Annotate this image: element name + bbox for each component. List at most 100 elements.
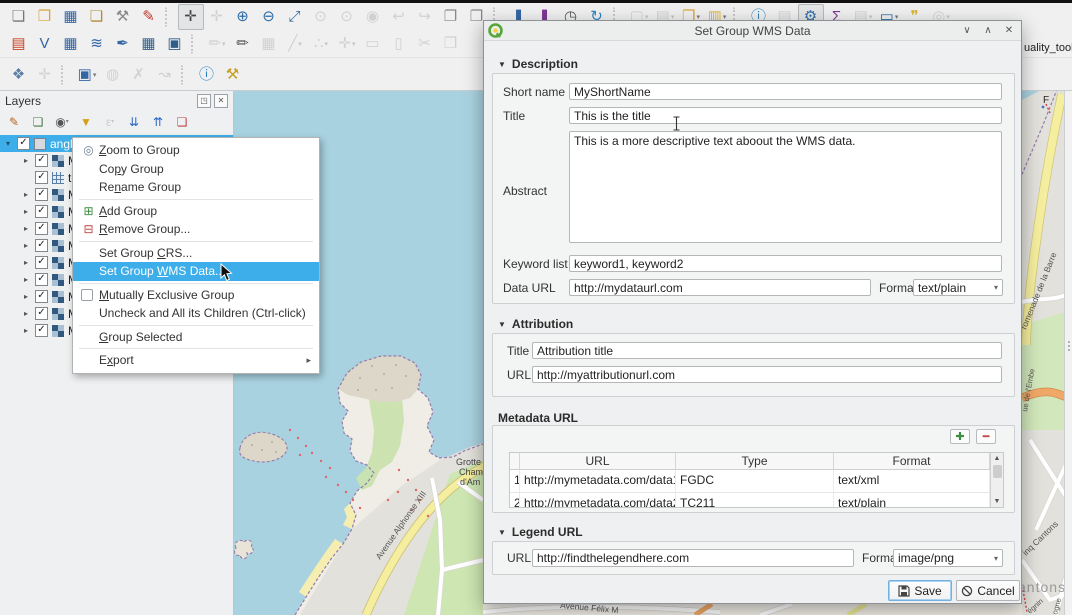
zoom-last-icon[interactable]: ↩ (386, 4, 412, 30)
remove-row-button[interactable]: ━ (976, 429, 996, 444)
filter-legend-icon[interactable]: ▼ (76, 113, 96, 131)
add-wfs-layer-icon[interactable]: ▣ (162, 31, 188, 57)
new-map-view-icon[interactable]: ❐ (438, 4, 464, 30)
section-legend-url-header[interactable]: ▼ Legend URL (498, 525, 583, 539)
save-button[interactable]: Save (888, 580, 952, 601)
rotate-feature-icon[interactable]: ✛ (32, 62, 58, 88)
zoom-out-icon[interactable]: ⊖ (256, 4, 282, 30)
expander-icon[interactable]: ▸ (24, 309, 35, 318)
layer-checkbox[interactable]: ✓ (35, 307, 48, 320)
scroll-up-icon[interactable]: ▲ (994, 453, 1001, 464)
data-source-manager-icon[interactable]: ▤ (6, 31, 32, 57)
add-vector-layer-icon[interactable]: V (32, 31, 58, 57)
expand-all-icon[interactable]: ⇊ (124, 113, 144, 131)
menu-remove-group[interactable]: ⊟ Remove Group... (73, 220, 319, 239)
add-ring-icon[interactable]: ◍ (100, 62, 126, 88)
zoom-full-icon[interactable]: ⤢ (282, 4, 308, 30)
add-mesh-layer-icon[interactable]: ≋ (84, 31, 110, 57)
style-manager-icon[interactable]: ✎ (136, 4, 162, 30)
zoom-to-selection-icon[interactable]: ⊙ (308, 4, 334, 30)
manage-map-themes-icon[interactable]: ◉▾ (52, 113, 72, 131)
layer-checkbox[interactable]: ✓ (35, 154, 48, 167)
expander-icon[interactable]: ▸ (24, 326, 35, 335)
layer-checkbox[interactable]: ✓ (35, 171, 48, 184)
expander-icon[interactable]: ▸ (24, 241, 35, 250)
dialog-close-icon[interactable]: ✕ (1003, 25, 1015, 36)
section-description-header[interactable]: ▼ Description (498, 57, 578, 71)
layer-checkbox[interactable]: ✓ (35, 273, 48, 286)
expander-icon[interactable]: ▾ (6, 139, 17, 148)
toggle-editing-icon[interactable]: ✏ (230, 31, 256, 57)
title-input[interactable] (569, 107, 1002, 124)
expander-icon[interactable]: ▸ (24, 292, 35, 301)
panel-float-icon[interactable]: ◳ (197, 94, 211, 108)
project-new-icon[interactable]: ❏ (6, 4, 32, 30)
menu-set-group-wms-data[interactable]: Set Group WMS Data... (73, 262, 319, 281)
layer-checkbox[interactable]: ✓ (35, 205, 48, 218)
layer-checkbox[interactable]: ✓ (35, 188, 48, 201)
save-layer-edits-icon[interactable]: ▦ (256, 31, 282, 57)
cancel-button[interactable]: Cancel (956, 580, 1020, 601)
column-header-type[interactable]: Type (676, 453, 834, 469)
zoom-next-icon[interactable]: ↪ (412, 4, 438, 30)
options-wrench-icon[interactable]: ⚒ (220, 62, 246, 88)
collapse-all-icon[interactable]: ⇈ (148, 113, 168, 131)
legend-url-input[interactable] (532, 549, 854, 567)
cut-features-icon[interactable]: ✂ (412, 31, 438, 57)
abstract-textarea[interactable]: This is a more descriptive text aboout t… (569, 131, 1002, 243)
add-delimited-text-icon[interactable]: ✒ (110, 31, 136, 57)
menu-uncheck-all-children[interactable]: Uncheck and All its Children (Ctrl-click… (73, 304, 319, 323)
add-raster-layer-icon[interactable]: ▦ (58, 31, 84, 57)
layer-checkbox[interactable]: ✓ (35, 290, 48, 303)
attribution-url-input[interactable] (532, 366, 1002, 383)
section-attribution-header[interactable]: ▼ Attribution (498, 317, 573, 331)
menu-rename-group[interactable]: Rename Group (73, 178, 319, 197)
attribution-title-input[interactable] (532, 342, 1002, 359)
add-group-icon[interactable]: ❏ (28, 113, 48, 131)
layer-checkbox[interactable]: ✓ (35, 239, 48, 252)
current-edits-icon[interactable]: ✏▾ (204, 31, 230, 57)
expander-icon[interactable]: ▸ (24, 190, 35, 199)
menu-group-selected[interactable]: Group Selected (73, 328, 319, 347)
dialog-maximize-icon[interactable]: ∧ (982, 25, 994, 36)
layout-manager-icon[interactable]: ⚒ (110, 4, 136, 30)
project-save-icon[interactable]: ▦ (58, 4, 84, 30)
remove-layer-icon[interactable]: ❏ (172, 113, 192, 131)
data-url-input[interactable] (569, 279, 871, 296)
table-row[interactable]: 2 http://mymetadata.com/data2 TC211 text… (510, 493, 990, 507)
new-print-layout-icon[interactable]: ❏ (84, 4, 110, 30)
layer-checkbox[interactable]: ✓ (35, 256, 48, 269)
overlap-tool-icon[interactable]: ▣▾ (74, 62, 100, 88)
expander-icon[interactable]: ▸ (24, 275, 35, 284)
open-styling-panel-icon[interactable]: ✎ (4, 113, 24, 131)
offset-curve-icon[interactable]: ↝ (152, 62, 178, 88)
project-open-icon[interactable]: ❒ (32, 4, 58, 30)
dialog-shade-icon[interactable]: ∨ (961, 25, 973, 36)
menu-copy-group[interactable]: Copy Group (73, 160, 319, 179)
zoom-native-icon[interactable]: ◉ (360, 4, 386, 30)
column-header-url[interactable]: URL (520, 453, 676, 469)
identify-info-icon[interactable]: ⓘ (194, 62, 220, 88)
column-header-format[interactable]: Format (834, 453, 990, 469)
menu-mutually-exclusive-group[interactable]: Mutually Exclusive Group (73, 286, 319, 305)
panel-splitter[interactable] (1064, 91, 1072, 615)
data-url-format-select[interactable]: text/plain ▾ (913, 279, 1003, 296)
add-wms-layer-icon[interactable]: ▦ (136, 31, 162, 57)
layer-checkbox[interactable]: ✓ (17, 137, 30, 150)
menu-zoom-to-group[interactable]: ◎ Zoom to Group (73, 141, 319, 160)
menu-set-group-crs[interactable]: Set Group CRS... (73, 244, 319, 263)
menu-add-group[interactable]: ⊞ Add Group (73, 202, 319, 221)
digitize-points-icon[interactable]: ∴▾ (308, 31, 334, 57)
expander-icon[interactable]: ▸ (24, 224, 35, 233)
move-feature-icon[interactable]: ❖ (6, 62, 32, 88)
expander-icon[interactable]: ▸ (24, 258, 35, 267)
filter-expression-icon[interactable]: ε▾ (100, 113, 120, 131)
pan-to-selection-icon[interactable]: ✛ (204, 4, 230, 30)
fill-ring-icon[interactable]: ✗ (126, 62, 152, 88)
vertex-tool-icon[interactable]: ✛▾ (334, 31, 360, 57)
layer-checkbox[interactable]: ✓ (35, 324, 48, 337)
zoom-to-layer-icon[interactable]: ⊙ (334, 4, 360, 30)
dialog-titlebar[interactable]: Set Group WMS Data ∨ ∧ ✕ (484, 21, 1021, 41)
expander-icon[interactable]: ▸ (24, 207, 35, 216)
panel-close-icon[interactable]: ✕ (214, 94, 228, 108)
